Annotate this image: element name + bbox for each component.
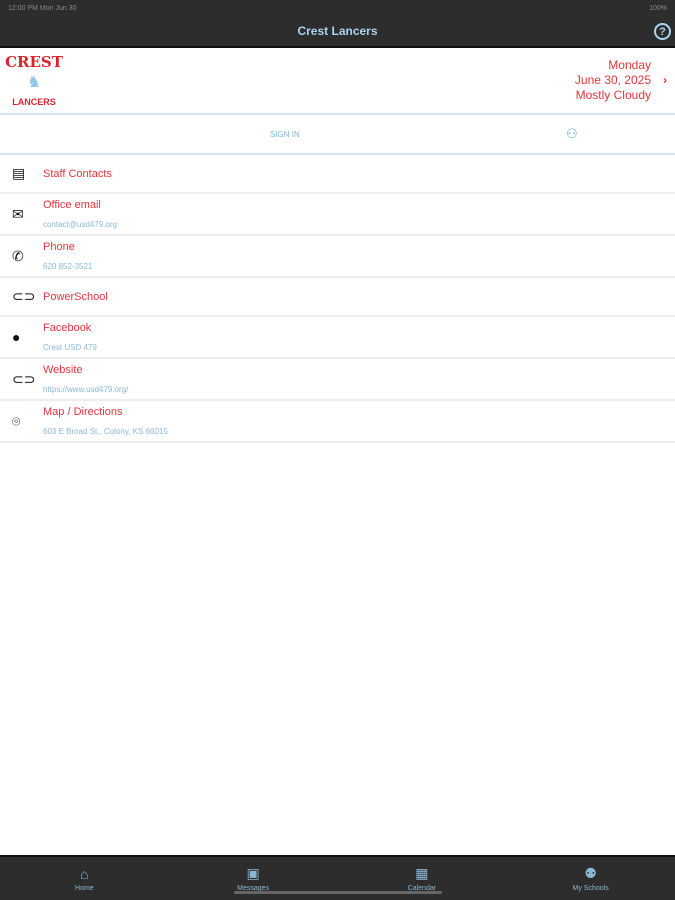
item-subtitle: https://www.usd479.org/	[43, 385, 129, 394]
link-icon: ⊂⊃	[12, 288, 36, 304]
sign-in-bar: SIGN IN ⚇	[0, 115, 675, 155]
school-header: CREST ♞ LANCERS Monday June 30, 2025 Mos…	[0, 48, 675, 115]
messages-icon: ▣	[246, 865, 260, 881]
facebook-icon: ●	[12, 329, 21, 345]
list-item-map[interactable]: ⌾ Map / Directions 603 E Broad St., Colon…	[0, 401, 675, 443]
date: June 30, 2025	[574, 73, 651, 87]
item-subtitle: 620 852-3521	[43, 262, 93, 271]
item-subtitle: Crest USD 479	[43, 343, 97, 352]
link-icon: ⊂⊃	[12, 370, 36, 387]
weather: Mostly Cloudy	[575, 88, 651, 102]
school-logo: CREST ♞ LANCERS	[5, 52, 63, 107]
list-item-staff-contacts[interactable]: ▤ Staff Contacts	[0, 155, 675, 194]
school-icon: ⌂	[80, 865, 89, 882]
item-title: PowerSchool	[43, 290, 108, 303]
item-title: Map / Directions	[43, 406, 123, 418]
knight-icon: ♞	[26, 74, 42, 91]
list-icon: ▤	[12, 165, 26, 181]
tab-my-schools[interactable]: ⚉ My Schools	[506, 857, 675, 900]
status-bar: 12:00 PM Mon Jun 30 100%	[0, 0, 675, 16]
group-icon: ⚉	[584, 865, 597, 881]
page-title: Crest Lancers	[297, 24, 378, 38]
item-subtitle: contact@usd479.org	[43, 220, 117, 229]
tab-label: Home	[75, 884, 94, 892]
status-time: 12:00 PM Mon Jun 30	[8, 4, 77, 12]
user-settings-icon[interactable]: ⚇	[566, 126, 578, 142]
item-title: Facebook	[43, 322, 92, 334]
info-list: ▤ Staff Contacts ✉ Office email contact@u…	[0, 155, 675, 443]
day: Monday	[608, 58, 651, 72]
date-weather-link[interactable]: Monday June 30, 2025 Mostly Cloudy ›	[575, 58, 667, 103]
list-item-facebook[interactable]: ● Facebook Crest USD 479	[0, 317, 675, 359]
help-icon[interactable]: ?	[654, 23, 671, 40]
map-pin-icon: ⌾	[12, 412, 21, 429]
mail-icon: ✉	[12, 205, 24, 222]
tab-bar: ⌂ Home ▣ Messages ▦ Calendar ⚉ My Schools	[0, 855, 675, 900]
tab-home[interactable]: ⌂ Home	[0, 857, 169, 900]
list-item-phone[interactable]: ✆ Phone 620 852-3521	[0, 236, 675, 278]
home-indicator	[234, 891, 442, 894]
battery-status: 100%	[649, 4, 667, 12]
nav-bar: Crest Lancers ?	[0, 16, 675, 48]
list-item-powerschool[interactable]: ⊂⊃ PowerSchool	[0, 278, 675, 317]
list-item-website[interactable]: ⊂⊃ Website https://www.usd479.org/	[0, 359, 675, 401]
tab-label: My Schools	[572, 885, 609, 892]
calendar-icon: ▦	[415, 865, 429, 881]
item-subtitle: 603 E Broad St., Colony, KS 66015	[43, 427, 168, 436]
item-title: Staff Contacts	[43, 167, 112, 180]
logo-text-bottom: LANCERS	[12, 96, 56, 107]
item-title: Office email	[43, 199, 101, 211]
item-title: Website	[43, 364, 83, 376]
phone-icon: ✆	[12, 247, 24, 264]
list-item-office-email[interactable]: ✉ Office email contact@usd479.org	[0, 194, 675, 236]
item-title: Phone	[43, 241, 75, 253]
chevron-right-icon: ›	[663, 73, 667, 87]
sign-in-button[interactable]: SIGN IN	[270, 130, 300, 139]
logo-text-top: CREST	[5, 52, 63, 71]
